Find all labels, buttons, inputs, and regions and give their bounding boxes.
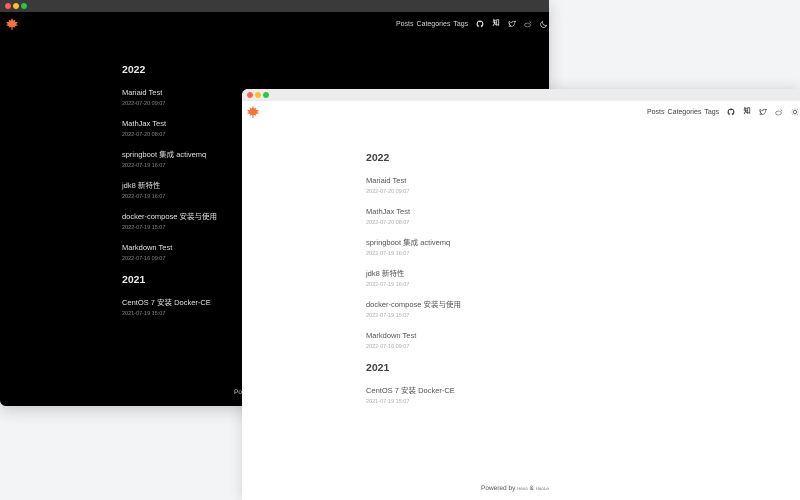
- post-title[interactable]: MathJax Test: [366, 207, 461, 217]
- year-heading: 2021: [366, 362, 390, 374]
- post-title[interactable]: Markdown Test: [366, 331, 461, 341]
- post-item[interactable]: MathJax Test 2022-07-20 08:07: [122, 119, 217, 139]
- post-date: 2022-07-16 09:07: [366, 344, 410, 350]
- post-title[interactable]: jdk8 新特性: [366, 269, 461, 279]
- moon-icon[interactable]: [540, 20, 548, 28]
- post-date: 2022-07-20 08:07: [122, 132, 166, 138]
- year-heading: 2021: [122, 274, 146, 286]
- archive-list: 2022 Mariaid Test 2022-07-20 09:07 MathJ…: [122, 64, 217, 329]
- maximize-dot[interactable]: [21, 3, 27, 9]
- zhihu-icon[interactable]: 知: [743, 108, 751, 116]
- year-group: 2021 CentOS 7 安装 Docker-CE 2021-07-19 15…: [122, 274, 217, 318]
- post-date: 2022-07-19 16:07: [122, 194, 166, 200]
- post-date: 2022-07-20 09:07: [366, 189, 410, 195]
- post-item[interactable]: Mariaid Test 2022-07-20 09:07: [366, 176, 461, 196]
- post-item[interactable]: docker-compose 安装与使用 2022-07-19 15:07: [366, 300, 461, 320]
- year-group: 2022 Mariaid Test 2022-07-20 09:07 MathJ…: [366, 152, 461, 351]
- light-window-titlebar: [242, 89, 800, 101]
- nav-posts-link[interactable]: Posts: [396, 21, 414, 28]
- post-title[interactable]: Mariaid Test: [122, 88, 217, 98]
- weibo-icon[interactable]: [524, 20, 532, 28]
- year-group: 2021 CentOS 7 安装 Docker-CE 2021-07-19 15…: [366, 362, 461, 406]
- github-icon[interactable]: [727, 108, 735, 116]
- nav-categories-link[interactable]: Categories: [417, 21, 451, 28]
- post-date: 2021-07-19 15:07: [122, 311, 166, 317]
- post-item[interactable]: MathJax Test 2022-07-20 08:07: [366, 207, 461, 227]
- year-heading: 2022: [366, 152, 390, 164]
- twitter-icon[interactable]: [759, 108, 767, 116]
- post-title[interactable]: springboot 集成 activemq: [122, 150, 217, 160]
- post-title[interactable]: CentOS 7 安装 Docker-CE: [122, 298, 217, 308]
- footer-hexo-link[interactable]: Hexo: [517, 486, 528, 491]
- maple-leaf-logo-icon[interactable]: [5, 17, 19, 31]
- post-item[interactable]: docker-compose 安装与使用 2022-07-19 15:07: [122, 212, 217, 232]
- footer: Powered by Hexo & HaoLe: [481, 485, 549, 492]
- post-item[interactable]: springboot 集成 activemq 2022-07-19 16:07: [366, 238, 461, 258]
- post-date: 2022-07-19 16:07: [366, 251, 410, 257]
- twitter-icon[interactable]: [508, 20, 516, 28]
- minimize-dot[interactable]: [13, 3, 19, 9]
- post-item[interactable]: jdk8 新特性 2022-07-19 16:07: [366, 269, 461, 289]
- minimize-dot[interactable]: [255, 92, 261, 98]
- light-theme-window: Posts Categories Tags 知 2022 Mariaid Tes…: [242, 89, 800, 500]
- footer-ampersand: &: [529, 485, 534, 492]
- footer-theme-link[interactable]: HaoLe: [536, 486, 549, 491]
- weibo-icon[interactable]: [775, 108, 783, 116]
- post-date: 2022-07-19 16:07: [122, 163, 166, 169]
- nav-posts-link[interactable]: Posts: [647, 109, 665, 116]
- post-title[interactable]: Mariaid Test: [366, 176, 461, 186]
- year-heading: 2022: [122, 64, 146, 76]
- post-title[interactable]: docker-compose 安装与使用: [122, 212, 217, 222]
- nav-tags-link[interactable]: Tags: [704, 109, 719, 116]
- footer-text: Po: [234, 389, 242, 396]
- post-date: 2021-07-19 15:07: [366, 399, 410, 405]
- post-item[interactable]: CentOS 7 安装 Docker-CE 2021-07-19 15:07: [122, 298, 217, 318]
- post-date: 2022-07-19 15:07: [366, 313, 410, 319]
- year-group: 2022 Mariaid Test 2022-07-20 09:07 MathJ…: [122, 64, 217, 263]
- post-title[interactable]: Markdown Test: [122, 243, 217, 253]
- archive-list: 2022 Mariaid Test 2022-07-20 09:07 MathJ…: [366, 152, 461, 417]
- top-nav: Posts Categories Tags 知: [647, 108, 800, 116]
- post-item[interactable]: Markdown Test 2022-07-16 09:07: [366, 331, 461, 351]
- footer-powered-by: Powered by: [481, 485, 516, 492]
- post-title[interactable]: jdk8 新特性: [122, 181, 217, 191]
- post-date: 2022-07-19 16:07: [366, 282, 410, 288]
- post-title[interactable]: CentOS 7 安装 Docker-CE: [366, 386, 461, 396]
- post-title[interactable]: docker-compose 安装与使用: [366, 300, 461, 310]
- close-dot[interactable]: [247, 92, 253, 98]
- zhihu-icon[interactable]: 知: [492, 20, 500, 28]
- post-item[interactable]: Markdown Test 2022-07-16 09:07: [122, 243, 217, 263]
- post-item[interactable]: jdk8 新特性 2022-07-19 16:07: [122, 181, 217, 201]
- dark-window-titlebar: [0, 0, 549, 12]
- post-date: 2022-07-19 15:07: [122, 225, 166, 231]
- post-title[interactable]: MathJax Test: [122, 119, 217, 129]
- post-item[interactable]: springboot 集成 activemq 2022-07-19 16:07: [122, 150, 217, 170]
- nav-categories-link[interactable]: Categories: [668, 109, 702, 116]
- post-item[interactable]: CentOS 7 安装 Docker-CE 2021-07-19 15:07: [366, 386, 461, 406]
- close-dot[interactable]: [5, 3, 11, 9]
- post-date: 2022-07-20 09:07: [122, 101, 166, 107]
- top-nav: Posts Categories Tags 知: [396, 20, 549, 28]
- post-date: 2022-07-16 09:07: [122, 256, 166, 262]
- maximize-dot[interactable]: [263, 92, 269, 98]
- github-icon[interactable]: [476, 20, 484, 28]
- post-item[interactable]: Mariaid Test 2022-07-20 09:07: [122, 88, 217, 108]
- post-title[interactable]: springboot 集成 activemq: [366, 238, 461, 248]
- post-date: 2022-07-20 08:07: [366, 220, 410, 226]
- maple-leaf-logo-icon[interactable]: [246, 105, 260, 119]
- nav-tags-link[interactable]: Tags: [453, 21, 468, 28]
- sun-icon[interactable]: [791, 108, 799, 116]
